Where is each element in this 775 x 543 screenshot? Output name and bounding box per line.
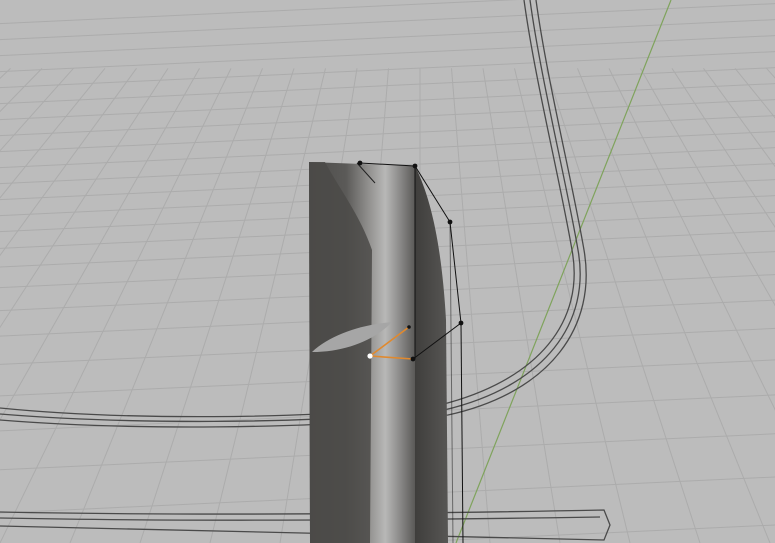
vertex[interactable]	[458, 320, 464, 326]
grid-line	[671, 68, 775, 228]
grid-line	[0, 68, 106, 199]
grid-line	[0, 115, 775, 153]
vertex[interactable]	[410, 356, 416, 362]
grid-line	[766, 68, 775, 79]
grid-line	[482, 68, 561, 543]
vertex[interactable]	[412, 163, 418, 169]
chair-leg-mesh[interactable]	[309, 162, 448, 543]
grid-line	[0, 35, 775, 73]
y-axis-line	[455, 0, 672, 543]
grid-line	[703, 68, 775, 168]
reference-chair-outline	[0, 0, 611, 541]
active-vertex[interactable]	[367, 353, 373, 359]
grid-line	[608, 68, 775, 411]
mesh-side-face	[415, 166, 448, 543]
grid-line	[0, 67, 11, 79]
grid-line	[0, 68, 43, 113]
3d-viewport[interactable]	[0, 0, 775, 543]
vertex[interactable]	[407, 325, 411, 329]
grid-line	[0, 67, 775, 105]
viewport-canvas[interactable]	[0, 0, 775, 543]
grid-line	[139, 68, 295, 543]
grid-line	[0, 3, 775, 41]
grid-line	[0, 68, 74, 152]
grid-line	[0, 131, 775, 169]
grid-line	[0, 99, 775, 137]
vertex[interactable]	[447, 219, 453, 225]
grid-line	[0, 0, 520, 25]
vertex[interactable]	[357, 160, 363, 166]
grid-line	[0, 19, 775, 57]
grid-line	[0, 83, 775, 121]
